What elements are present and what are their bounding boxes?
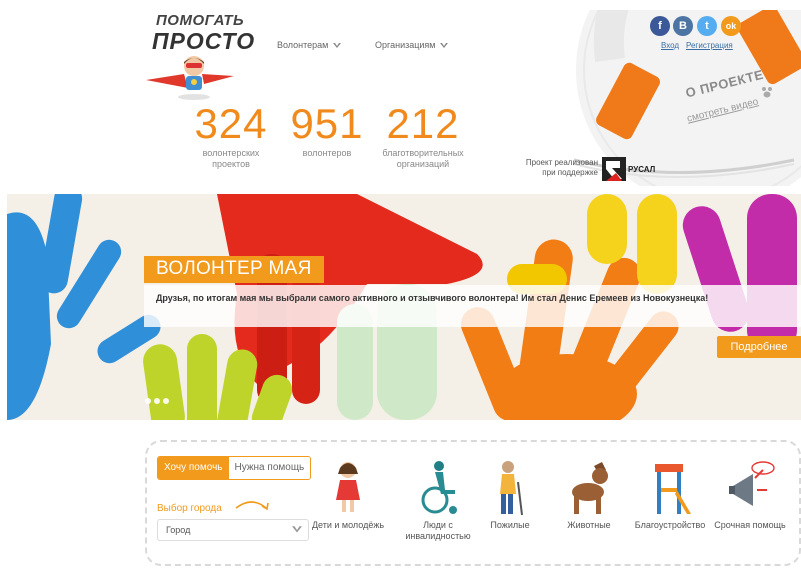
logo-line-2: ПРОСТО xyxy=(152,28,256,54)
category-label: Дети и молодёжь xyxy=(311,520,385,530)
category-label: Люди с инвалидностью xyxy=(405,520,471,541)
child-icon xyxy=(336,462,360,512)
category-label: Срочная помощь xyxy=(714,520,786,530)
facebook-icon[interactable]: f xyxy=(650,16,670,36)
dog-icon xyxy=(572,462,608,514)
site-logo[interactable]: ПОМОГАТЬ ПРОСТО xyxy=(142,10,264,102)
page: ПОМОГАТЬ ПРОСТО Волонтерам Организациям … xyxy=(0,0,801,569)
curved-arrow-icon xyxy=(235,501,269,511)
category-label: Благоустройство xyxy=(634,520,706,530)
nav-volunteers[interactable]: Волонтерам xyxy=(277,40,341,50)
carousel-dots xyxy=(145,391,172,409)
superhero-mascot-icon xyxy=(146,56,234,100)
megaphone-sos-icon xyxy=(729,461,775,506)
category-animals[interactable]: Животные xyxy=(551,460,627,531)
wheelchair-icon xyxy=(421,461,457,514)
carousel-dot[interactable] xyxy=(163,398,169,404)
nav-organizations[interactable]: Организациям xyxy=(375,40,448,50)
logo-line-1: ПОМОГАТЬ xyxy=(156,12,245,29)
category-label: Пожилые xyxy=(490,520,530,530)
sponsor-text: Проект реализован при поддержке xyxy=(525,158,598,177)
tab-need-help[interactable]: Нужна помощь xyxy=(228,457,311,479)
city-select[interactable]: Город xyxy=(157,519,309,541)
stat-label: благотворительных организаций xyxy=(382,148,464,169)
stat-volunteers[interactable]: 951 волонтеров xyxy=(287,102,367,159)
carousel-dot[interactable] xyxy=(145,398,151,404)
banner-text-backdrop xyxy=(144,285,801,327)
sponsor-brand: РУСАЛ xyxy=(628,165,656,174)
category-children[interactable]: Дети и молодёжь xyxy=(310,460,386,531)
twitter-icon[interactable]: t xyxy=(697,16,717,36)
stat-label: волонтеров xyxy=(302,148,352,158)
stat-number: 212 xyxy=(386,100,460,147)
category-urgent[interactable]: Срочная помощь xyxy=(712,460,788,531)
banner-text: Друзья, по итогам мая мы выбрали самого … xyxy=(156,293,709,303)
category-disabled[interactable]: Люди с инвалидностью xyxy=(400,460,476,542)
category-elderly[interactable]: Пожилые xyxy=(472,460,548,531)
carousel-dot[interactable] xyxy=(154,398,160,404)
vk-icon[interactable]: B xyxy=(673,16,693,36)
category-improvement[interactable]: Благоустройство xyxy=(632,460,708,531)
paw-icon xyxy=(762,87,772,98)
nav-organizations-label: Организациям xyxy=(375,40,436,50)
city-select-value: Город xyxy=(166,525,191,535)
chevron-down-icon xyxy=(332,42,341,48)
stat-number: 324 xyxy=(194,100,268,147)
chevron-down-icon xyxy=(292,526,302,533)
stat-label: волонтерских проектов xyxy=(202,148,260,169)
more-button[interactable]: Подробнее xyxy=(717,336,801,358)
stat-organizations[interactable]: 212 благотворительных организаций xyxy=(378,102,468,170)
odnoklassniki-icon[interactable]: ok xyxy=(721,16,741,36)
banner-title: ВОЛОНТЕР МАЯ xyxy=(144,256,324,283)
login-link[interactable]: Вход xyxy=(661,41,679,50)
playground-icon xyxy=(655,464,691,514)
chevron-down-icon xyxy=(439,42,448,48)
help-type-tabs: Хочу помочь Нужна помощь xyxy=(157,456,312,480)
stat-number: 951 xyxy=(290,100,364,147)
register-link[interactable]: Регистрация xyxy=(686,41,733,50)
category-label: Животные xyxy=(567,520,611,530)
city-label: Выбор города xyxy=(157,503,222,514)
stat-projects[interactable]: 324 волонтерских проектов xyxy=(188,102,274,170)
elderly-icon xyxy=(500,461,523,516)
tab-want-to-help[interactable]: Хочу помочь xyxy=(158,457,229,479)
nav-volunteers-label: Волонтерам xyxy=(277,40,329,50)
